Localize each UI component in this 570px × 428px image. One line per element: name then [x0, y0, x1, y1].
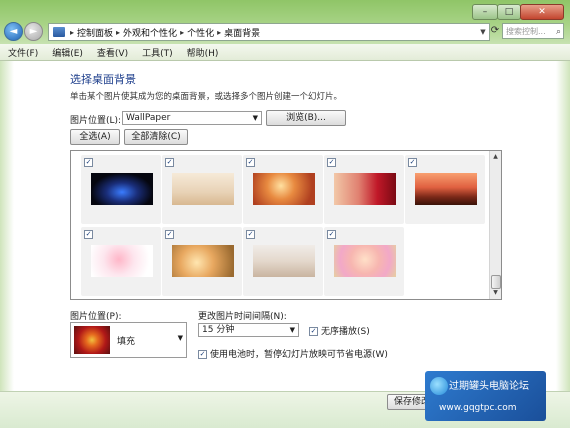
- breadcrumb-appearance[interactable]: 外观和个性化: [123, 26, 177, 39]
- interval-select[interactable]: 15 分钟 ▼: [198, 323, 299, 337]
- menu-edit[interactable]: 编辑(E): [44, 46, 89, 59]
- wallpaper-item[interactable]: ✓: [243, 227, 323, 296]
- breadcrumb-separator: ▸: [70, 27, 75, 37]
- bear-wallpaper-icon: [253, 245, 315, 277]
- wallpaper-gallery: ✓ ✓ ✓ ✓ ✓ ✓ ✓ ✓ ✓ ▲ ▼: [70, 150, 502, 300]
- browse-button[interactable]: 浏览(B)...: [266, 110, 346, 126]
- wallpaper-item[interactable]: ✓: [324, 227, 404, 296]
- minimize-button[interactable]: –: [472, 4, 498, 20]
- car-wallpaper-icon: [91, 173, 153, 205]
- menu-bar: 文件(F) 编辑(E) 查看(V) 工具(T) 帮助(H): [0, 44, 570, 61]
- chevron-down-icon: ▼: [252, 114, 258, 122]
- watermark-url: www.gqgtpc.com: [439, 403, 517, 413]
- panel-edge-right: [556, 61, 570, 391]
- wallpaper-item[interactable]: ✓: [81, 227, 161, 296]
- shuffle-checkbox[interactable]: ✓: [309, 327, 318, 336]
- wallpaper-checkbox[interactable]: ✓: [408, 158, 417, 167]
- page-description: 单击某个图片使其成为您的桌面背景，或选择多个图片创建一个幻灯片。: [70, 92, 343, 102]
- wallpaper-checkbox[interactable]: ✓: [165, 230, 174, 239]
- wallpaper-checkbox[interactable]: ✓: [327, 158, 336, 167]
- back-button[interactable]: ◄: [4, 22, 23, 41]
- location-label: 图片位置(L):: [70, 116, 122, 126]
- wallpaper-checkbox[interactable]: ✓: [246, 158, 255, 167]
- doll-wallpaper-icon: [172, 245, 234, 277]
- cartoon-wallpaper-icon: [91, 245, 153, 277]
- wallpaper-item[interactable]: ✓: [243, 155, 323, 224]
- clear-all-button[interactable]: 全部清除(C): [124, 129, 188, 145]
- shuffle-label: 无序播放(S): [321, 327, 370, 337]
- chevron-down-icon: ▼: [177, 334, 183, 342]
- wallpaper-item[interactable]: ✓: [405, 155, 485, 224]
- wallpaper-checkbox[interactable]: ✓: [84, 230, 93, 239]
- wallpaper-checkbox[interactable]: ✓: [84, 158, 93, 167]
- breadcrumb-control-panel[interactable]: 控制面板: [77, 26, 113, 39]
- autumn-wallpaper-icon: [253, 173, 315, 205]
- scroll-up-icon[interactable]: ▲: [490, 152, 501, 162]
- breadcrumb-separator: ▸: [116, 27, 121, 37]
- chevron-down-icon: ▼: [289, 326, 295, 334]
- gallery-scrollbar[interactable]: ▲ ▼: [489, 151, 501, 299]
- control-panel-icon: [53, 27, 65, 37]
- menu-help[interactable]: 帮助(H): [179, 46, 225, 59]
- fill-preview-icon: [74, 326, 110, 354]
- location-select[interactable]: WallPaper ▼: [122, 111, 262, 125]
- close-button[interactable]: ✕: [520, 4, 564, 20]
- wallpaper-item[interactable]: ✓: [324, 155, 404, 224]
- scroll-down-icon[interactable]: ▼: [490, 288, 501, 298]
- teapot-wallpaper-icon: [172, 173, 234, 205]
- address-dropdown-icon[interactable]: ▼: [477, 28, 489, 36]
- battery-option[interactable]: ✓ 使用电池时，暂停幻灯片放映可节省电源(W): [198, 347, 388, 360]
- breadcrumb-personalization[interactable]: 个性化: [187, 26, 214, 39]
- menu-view[interactable]: 查看(V): [89, 46, 134, 59]
- watermark-title: 过期罐头电脑论坛: [449, 381, 529, 392]
- watermark: 过期罐头电脑论坛 www.gqgtpc.com: [425, 371, 546, 421]
- location-value: WallPaper: [126, 113, 171, 123]
- address-bar[interactable]: ▸ 控制面板 ▸ 外观和个性化 ▸ 个性化 ▸ 桌面背景 ▼: [48, 23, 490, 41]
- scroll-thumb[interactable]: [491, 275, 501, 289]
- battery-checkbox[interactable]: ✓: [198, 350, 207, 359]
- forward-button[interactable]: ►: [24, 22, 43, 41]
- menu-file[interactable]: 文件(F): [0, 46, 44, 59]
- refresh-icon[interactable]: ⟳: [490, 23, 500, 39]
- interval-value: 15 分钟: [202, 325, 235, 335]
- position-value: 填充: [117, 337, 136, 347]
- forum-logo-icon: [430, 377, 448, 395]
- search-icon[interactable]: ⌕: [556, 24, 561, 40]
- position-label: 图片位置(P):: [70, 312, 122, 322]
- shuffle-option[interactable]: ✓ 无序播放(S): [309, 324, 370, 337]
- menu-tools[interactable]: 工具(T): [134, 46, 179, 59]
- wallpaper-item[interactable]: ✓: [162, 155, 242, 224]
- sunset-wallpaper-icon: [415, 173, 477, 205]
- panel-edge-left: [0, 61, 14, 391]
- select-all-button[interactable]: 全选(A): [70, 129, 120, 145]
- page-title: 选择桌面背景: [70, 73, 136, 86]
- breadcrumb-separator: ▸: [217, 27, 222, 37]
- position-select[interactable]: 填充 ▼: [70, 322, 187, 358]
- breadcrumb-desktop-background[interactable]: 桌面背景: [224, 26, 260, 39]
- wallpaper-checkbox[interactable]: ✓: [327, 230, 336, 239]
- wallpaper-checkbox[interactable]: ✓: [165, 158, 174, 167]
- search-input[interactable]: 搜索控制... ⌕: [502, 23, 564, 39]
- maximize-button[interactable]: □: [497, 4, 521, 20]
- girl-roses-wallpaper-icon: [334, 173, 396, 205]
- wallpaper-item[interactable]: ✓: [162, 227, 242, 296]
- wallpaper-checkbox[interactable]: ✓: [246, 230, 255, 239]
- search-placeholder: 搜索控制...: [506, 27, 546, 36]
- girl-flowers-wallpaper-icon: [334, 245, 396, 277]
- breadcrumb-separator: ▸: [180, 27, 185, 37]
- wallpaper-item[interactable]: ✓: [81, 155, 161, 224]
- interval-label: 更改图片时间间隔(N):: [198, 312, 287, 322]
- battery-label: 使用电池时，暂停幻灯片放映可节省电源(W): [210, 350, 388, 360]
